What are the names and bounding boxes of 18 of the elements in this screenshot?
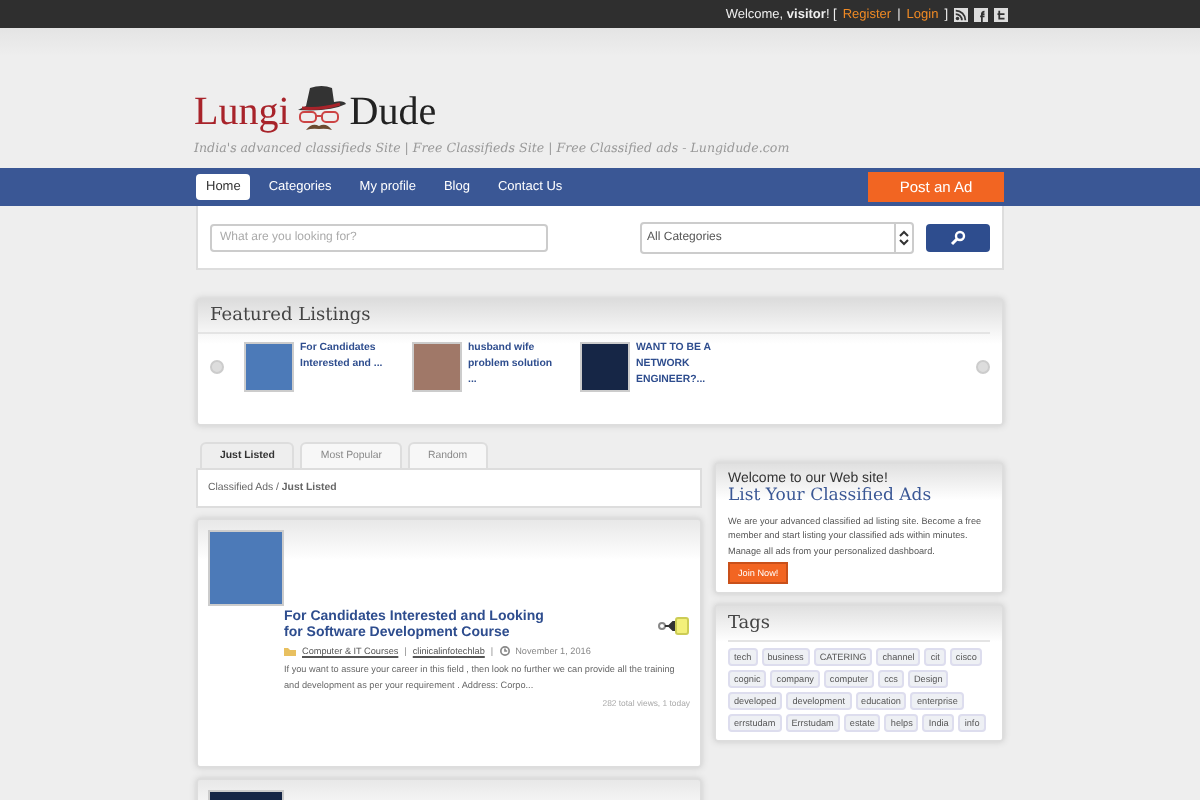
section-title: Tags bbox=[728, 614, 990, 643]
search-icon bbox=[950, 229, 967, 245]
search-button[interactable] bbox=[926, 223, 990, 251]
folder-icon bbox=[284, 646, 296, 657]
welcome-title: List Your Classified Ads bbox=[728, 486, 934, 506]
section-title: Featured Listings bbox=[198, 300, 990, 334]
rss-icon[interactable] bbox=[954, 7, 968, 21]
photo-placeholder bbox=[412, 342, 462, 392]
social-icon[interactable] bbox=[994, 7, 1008, 21]
logo-text: Dude bbox=[349, 90, 437, 136]
photo-placeholder bbox=[244, 342, 294, 392]
photo-placeholder bbox=[208, 530, 284, 606]
price-tag-icon bbox=[658, 615, 690, 636]
logo-text: Lungi bbox=[194, 90, 290, 136]
up-down-arrows-icon bbox=[894, 223, 913, 251]
social-icon[interactable] bbox=[974, 7, 988, 21]
clock-icon bbox=[499, 646, 510, 657]
photo-placeholder bbox=[580, 342, 630, 392]
